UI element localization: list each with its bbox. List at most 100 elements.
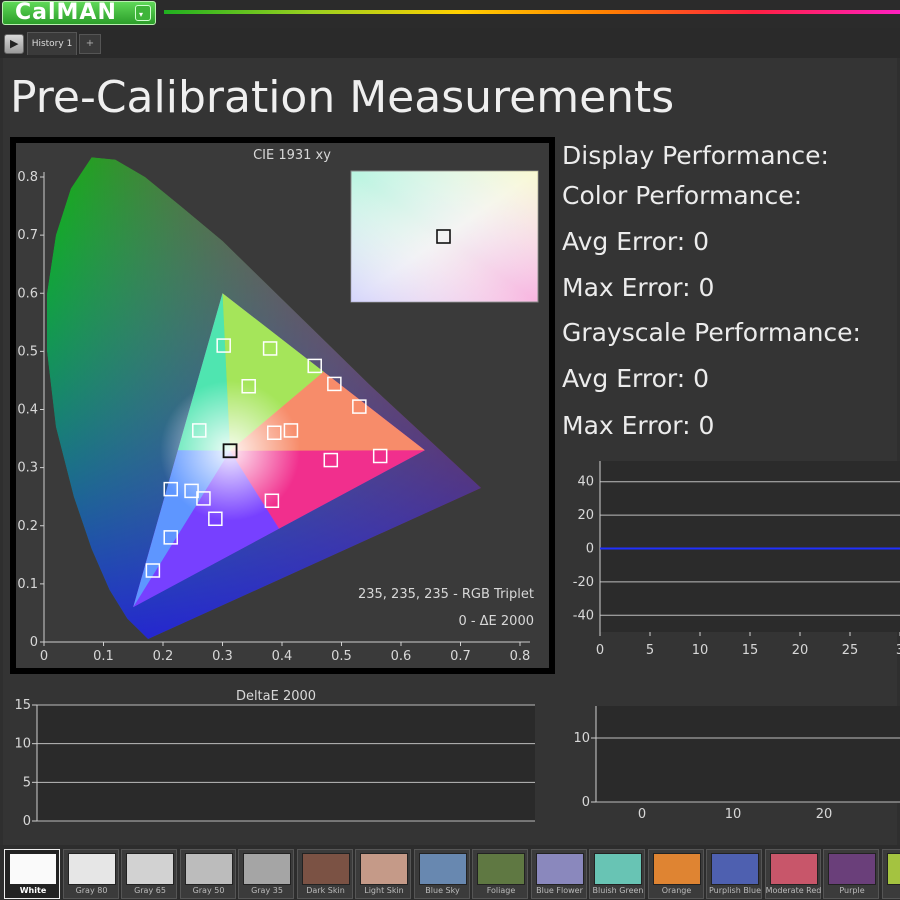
x-tick-label: 10 — [725, 807, 742, 822]
swatch-label: Orange — [661, 886, 692, 895]
swatch-label: Blue Sky — [425, 886, 460, 895]
tab-history-1[interactable]: History 1 — [27, 32, 77, 55]
swatch-label: Gray 50 — [192, 886, 225, 895]
swatch-purplish-blue[interactable]: Purplish Blue — [706, 849, 762, 899]
swatch-yel[interactable]: Yel — [881, 849, 900, 899]
swatch-blue-sky[interactable]: Blue Sky — [413, 849, 470, 899]
x-tick-label: 0 — [40, 649, 48, 664]
x-tick-label: 0.7 — [450, 649, 471, 664]
y-tick-label: -40 — [573, 608, 594, 623]
app-logo: CalMAN — [15, 0, 117, 25]
swatch-purple[interactable]: Purple — [823, 849, 879, 899]
swatch-gray-65[interactable]: Gray 65 — [121, 849, 177, 899]
bottom-right-plot — [596, 706, 900, 802]
display-performance-label: Display Performance: — [562, 141, 829, 170]
y-tick-label: 0.4 — [17, 403, 38, 418]
x-tick-label: 20 — [816, 807, 833, 822]
swatch-color — [594, 853, 642, 885]
deltae-plot — [37, 705, 535, 821]
swatch-blue-flower[interactable]: Blue Flower — [530, 849, 587, 899]
y-tick-label: 10 — [14, 737, 31, 752]
y-tick-label: 0 — [582, 795, 590, 810]
grayscale-line-chart: 40 20 0 -20 -40 0 5 10 15 20 25 3 — [573, 461, 900, 658]
play-icon: ▶ — [10, 37, 19, 50]
swatch-label: Foliage — [486, 886, 516, 895]
y-tick-label: 40 — [577, 475, 594, 490]
y-tick-label: 20 — [577, 508, 594, 523]
swatch-label: White — [19, 886, 47, 895]
page-title: Pre-Calibration Measurements — [10, 72, 675, 123]
y-tick-label: 0.1 — [17, 577, 38, 592]
add-tab-button[interactable]: + — [79, 34, 101, 54]
color-avg-error: Avg Error: 0 — [562, 227, 710, 256]
swatch-gray-35[interactable]: Gray 35 — [238, 849, 294, 899]
swatch-color — [477, 853, 525, 885]
chevron-down-icon[interactable]: ▾ — [135, 5, 151, 21]
gray-avg-error: Avg Error: 0 — [562, 364, 710, 393]
x-tick-label: 10 — [692, 643, 709, 658]
swatch-label: Gray 65 — [134, 886, 166, 895]
x-tick-label: 15 — [742, 643, 759, 658]
swatch-color — [711, 853, 759, 885]
bottom-right-chart: 10 0 0 10 20 — [573, 706, 900, 822]
swatch-color — [769, 853, 818, 885]
swatch-label: Bluish Green — [592, 886, 644, 895]
y-tick-label: 0.6 — [17, 286, 38, 301]
swatch-gray-80[interactable]: Gray 80 — [62, 849, 119, 899]
swatch-color — [184, 853, 233, 885]
swatch-white[interactable]: White — [4, 849, 60, 899]
cie-chart-title: CIE 1931 xy — [253, 148, 331, 163]
swatch-color — [301, 853, 350, 885]
tab-bar — [0, 28, 900, 58]
calman-menu-button[interactable]: CalMAN ▾ — [2, 0, 156, 25]
swatch-label: Gray 80 — [75, 886, 108, 895]
cie-chart-panel: CIE 1931 xy 0 0.1 0.2 0.3 0.4 0.5 0.6 0.7 0.8 0 0.… — [10, 137, 555, 674]
swatch-label: Blue Flower — [536, 886, 583, 895]
x-tick-label: 3 — [896, 643, 900, 658]
color-swatch-bar: White Gray 80 Gray 65 Gray 50 Gray 35 Dark Sk… — [0, 845, 900, 900]
swatch-color — [9, 853, 57, 885]
swatch-label: Moderate Red — [765, 886, 822, 895]
y-tick-label: 0.7 — [17, 228, 38, 243]
swatch-label: Purplish Blue — [708, 886, 762, 895]
y-tick-label: 10 — [573, 731, 590, 746]
y-tick-label: 0 — [586, 542, 594, 557]
delta-e-label: 0 - ΔE 2000 — [458, 614, 534, 629]
swatch-label: Light Skin — [364, 886, 404, 895]
swatch-light-skin[interactable]: Light Skin — [355, 849, 411, 899]
cie-chart: CIE 1931 xy 0 0.1 0.2 0.3 0.4 0.5 0.6 0.7 0.8 0 0.… — [16, 143, 549, 668]
swatch-bluish-green[interactable]: Bluish Green — [589, 849, 645, 899]
grayscale-performance-label: Grayscale Performance: — [562, 318, 861, 347]
x-tick-label: 0.5 — [331, 649, 352, 664]
x-tick-label: 20 — [792, 643, 809, 658]
x-tick-label: 25 — [842, 643, 859, 658]
x-tick-label: 0.6 — [391, 649, 412, 664]
swatch-color — [360, 853, 408, 885]
x-tick-label: 0 — [638, 807, 646, 822]
x-tick-label: 0.1 — [93, 649, 114, 664]
swatch-moderate-red[interactable]: Moderate Red — [764, 849, 822, 899]
y-tick-label: -20 — [573, 575, 594, 590]
swatch-color — [243, 853, 291, 885]
swatch-color — [828, 853, 876, 885]
swatch-color — [886, 853, 900, 885]
x-tick-label: 0 — [596, 643, 604, 658]
y-tick-label: 0.8 — [17, 170, 38, 185]
y-tick-label: 0.2 — [17, 519, 38, 534]
x-tick-label: 5 — [646, 643, 654, 658]
y-tick-label: 0 — [30, 635, 38, 650]
x-tick-label: 0.2 — [153, 649, 174, 664]
swatch-foliage[interactable]: Foliage — [472, 849, 528, 899]
deltae-2000-chart: DeltaE 2000 15 10 5 0 — [14, 689, 535, 829]
swatch-color — [67, 853, 116, 885]
swatch-orange[interactable]: Orange — [647, 849, 704, 899]
gray-max-error: Max Error: 0 — [562, 411, 715, 440]
swatch-color — [418, 853, 467, 885]
x-tick-label: 0.4 — [272, 649, 293, 664]
deltae-chart-title: DeltaE 2000 — [236, 689, 316, 704]
swatch-dark-skin[interactable]: Dark Skin — [296, 849, 353, 899]
play-button[interactable]: ▶ — [4, 34, 24, 54]
swatch-label: Yel — [883, 886, 900, 895]
y-tick-label: 0 — [23, 814, 31, 829]
swatch-gray-50[interactable]: Gray 50 — [179, 849, 236, 899]
